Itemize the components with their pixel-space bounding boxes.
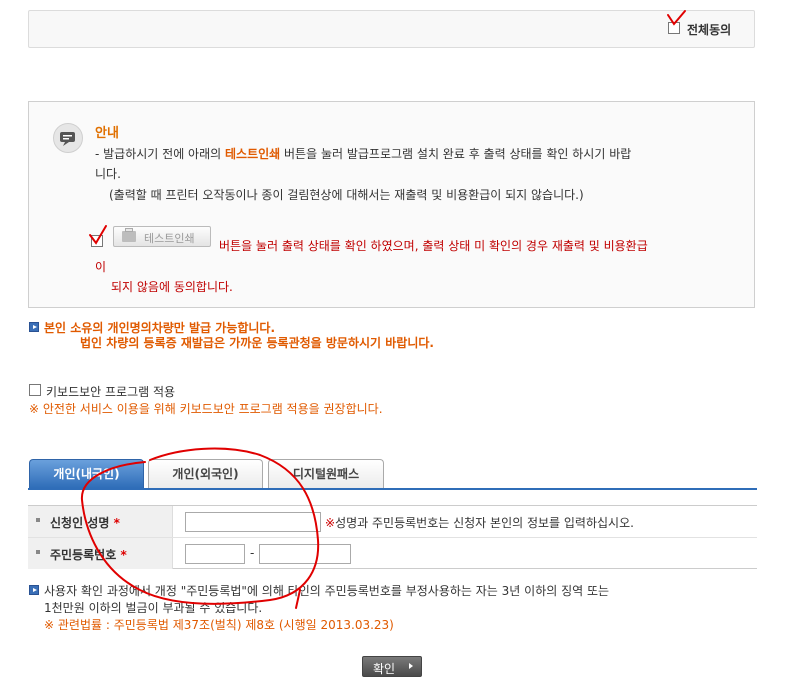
applicant-form: 신청인 성명 * ※성명과 주민등록번호는 신청자 본인의 정보를 입력하십시오… — [28, 505, 757, 569]
confirm-button[interactable]: 확인 — [362, 656, 422, 677]
required-mark: * — [120, 548, 127, 562]
notice-box: 안내 - 발급하시기 전에 아래의 테스트인쇄 버튼을 눌러 발급프로그램 설치… — [28, 101, 755, 308]
rrn-separator: - — [250, 546, 255, 560]
applicant-name-input[interactable] — [185, 512, 321, 532]
notice-title: 안내 — [95, 126, 119, 141]
notice-line-1: - 발급하시기 전에 아래의 테스트인쇄 버튼을 눌러 발급프로그램 설치 완료… — [95, 147, 632, 161]
square-bullet-icon — [36, 518, 40, 522]
consent-text-2: 이 — [95, 260, 107, 274]
name-label: 신청인 성명 — [50, 516, 110, 530]
arrow-bullet-icon — [29, 585, 39, 595]
legal-line-3: ※ 관련법률 : 주민등록법 제37조(벌칙) 제8호 (시행일 2013.03… — [44, 618, 394, 632]
test-print-consent-checkbox[interactable] — [91, 235, 103, 247]
name-row: 신청인 성명 * ※성명과 주민등록번호는 신청자 본인의 정보를 입력하십시오… — [28, 506, 757, 537]
notice-line-1-wrap: 니다. — [95, 167, 121, 181]
owner-notice-line-2: 법인 차량의 등록증 재발급은 가까운 등록관청을 방문하시기 바랍니다. — [80, 336, 434, 350]
name-label-cell: 신청인 성명 * — [28, 506, 173, 537]
rrn-label: 주민등록번호 — [50, 548, 117, 562]
speech-bubble-icon — [53, 123, 83, 153]
arrow-right-icon — [409, 663, 413, 669]
consent-text-3: 되지 않음에 동의합니다. — [111, 280, 233, 294]
rrn-front-input[interactable] — [185, 544, 245, 564]
agree-all-box: 전체동의 — [28, 10, 755, 48]
arrow-bullet-icon — [29, 322, 39, 332]
required-mark: * — [113, 516, 120, 530]
rrn-back-input[interactable] — [259, 544, 351, 564]
name-hint: ※성명과 주민등록번호는 신청자 본인의 정보를 입력하십시오. — [325, 516, 634, 530]
tab-foreign-individual[interactable]: 개인(외국인) — [148, 459, 263, 488]
consent-text-1: 버튼을 눌러 출력 상태를 확인 하였으며, 출력 상태 미 확인의 경우 재출… — [219, 239, 648, 253]
keyboard-security-label[interactable]: 키보드보안 프로그램 적용 — [46, 383, 175, 400]
legal-line-2: 1천만원 이하의 벌금이 부과될 수 있습니다. — [44, 601, 263, 615]
square-bullet-icon — [36, 550, 40, 554]
keyboard-security-checkbox[interactable] — [29, 384, 41, 396]
keyboard-security-note: ※ 안전한 서비스 이용을 위해 키보드보안 프로그램 적용을 권장합니다. — [29, 402, 383, 416]
test-print-button[interactable]: 테스트인쇄 — [113, 226, 211, 247]
legal-line-1: 사용자 확인 과정에서 개정 "주민등록법"에 의해 타인의 주민등록번호를 부… — [44, 584, 610, 598]
printer-icon — [122, 228, 136, 242]
rrn-label-cell: 주민등록번호 * — [28, 538, 173, 569]
agree-all-checkbox[interactable] — [668, 22, 680, 34]
notice-line-2: (출력할 때 프린터 오작동이나 종이 걸림현상에 대해서는 재출력 및 비용환… — [109, 188, 584, 202]
agree-all-label[interactable]: 전체동의 — [687, 21, 731, 38]
tab-underline — [28, 488, 757, 490]
tab-korean-individual[interactable]: 개인(내국인) — [29, 459, 144, 488]
tab-digital-onepass[interactable]: 디지털원패스 — [268, 459, 384, 488]
rrn-row: 주민등록번호 * - — [28, 537, 757, 569]
